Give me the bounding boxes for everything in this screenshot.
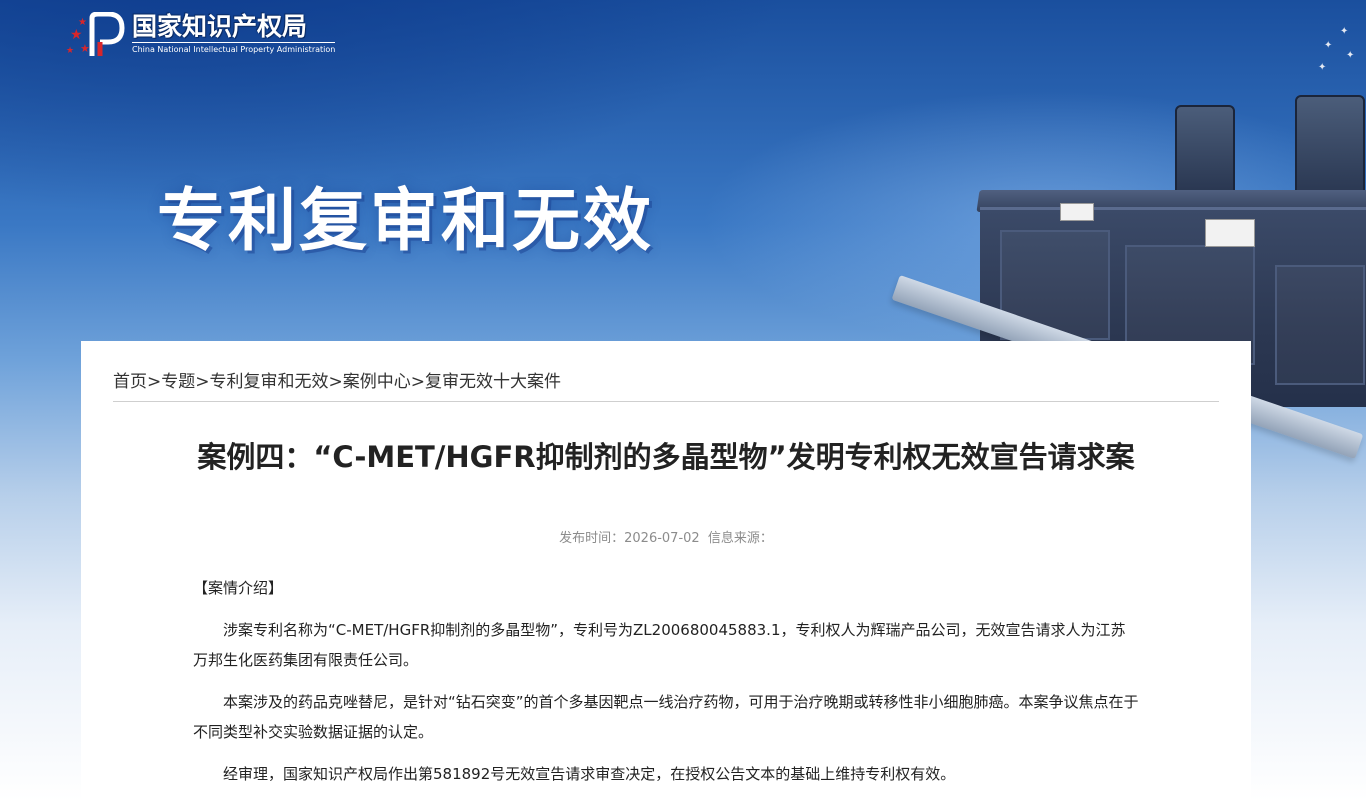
- paragraph: 涉案专利名称为“C-MET/HGFR抑制剂的多晶型物”，专利号为ZL200680…: [193, 621, 1126, 669]
- paragraph: 本案涉及的药品克唑替尼，是针对“钻石突变”的首个多基因靶点一线治疗药物，可用于治…: [193, 693, 1139, 741]
- section-heading: 【案情介绍】: [193, 579, 284, 597]
- breadcrumb-separator: >: [328, 372, 343, 392]
- judge-chair: [1295, 95, 1365, 205]
- nameplate: [1205, 219, 1255, 247]
- logo-english-name: China National Intellectual Property Adm…: [132, 42, 336, 56]
- publish-label: 发布时间：: [559, 531, 625, 546]
- breadcrumb-separator: >: [195, 372, 210, 392]
- cnipa-logo[interactable]: ★ ★ ★ ★ 国家知识产权局 China National Intellect…: [66, 12, 336, 62]
- hero-title: 专利复审和无效: [157, 182, 655, 261]
- publish-date: 2026-07-02: [624, 531, 700, 546]
- star-icon: ✦: [1346, 50, 1355, 61]
- breadcrumb-reexam-invalidation[interactable]: 专利复审和无效: [210, 372, 329, 392]
- star-icon: ✦: [1318, 62, 1327, 73]
- source-label: 信息来源：: [707, 531, 773, 546]
- judge-chair: [1175, 105, 1235, 200]
- decorative-stars: ✦ ✦ ✦ ✦: [1310, 26, 1360, 86]
- star-icon: ✦: [1324, 40, 1333, 51]
- paragraph: 经审理，国家知识产权局作出第581892号无效宣告请求审查决定，在授权公告文本的…: [223, 765, 956, 783]
- bench-panel: [1275, 265, 1365, 385]
- logo-mark: ★ ★ ★ ★: [66, 12, 130, 62]
- breadcrumb-separator: >: [147, 372, 162, 392]
- red-star-icon: ★: [66, 46, 75, 56]
- article-title: 案例四：“C-MET/HGFR抑制剂的多晶型物”发明专利权无效宣告请求案: [197, 440, 1135, 474]
- content-card: 首页>专题>专利复审和无效>案例中心>复审无效十大案件 案例四：“C-MET/H…: [81, 341, 1251, 801]
- nameplate: [1060, 203, 1094, 221]
- breadcrumb: 首页>专题>专利复审和无效>案例中心>复审无效十大案件: [113, 371, 1219, 402]
- breadcrumb-top-ten-cases[interactable]: 复审无效十大案件: [425, 372, 561, 392]
- breadcrumb-separator: >: [410, 372, 425, 392]
- breadcrumb-case-center[interactable]: 案例中心: [343, 372, 411, 392]
- article-body: 【案情介绍】 涉案专利名称为“C-MET/HGFR抑制剂的多晶型物”，专利号为Z…: [193, 573, 1139, 801]
- red-star-icon: ★: [70, 27, 83, 43]
- logo-chinese-name: 国家知识产权局: [132, 12, 308, 41]
- star-icon: ✦: [1340, 26, 1349, 37]
- breadcrumb-home[interactable]: 首页: [113, 372, 147, 392]
- breadcrumb-topics[interactable]: 专题: [161, 372, 195, 392]
- ip-emblem-icon: [89, 12, 125, 56]
- article-meta: 发布时间：2026-07-02 信息来源：: [81, 527, 1251, 546]
